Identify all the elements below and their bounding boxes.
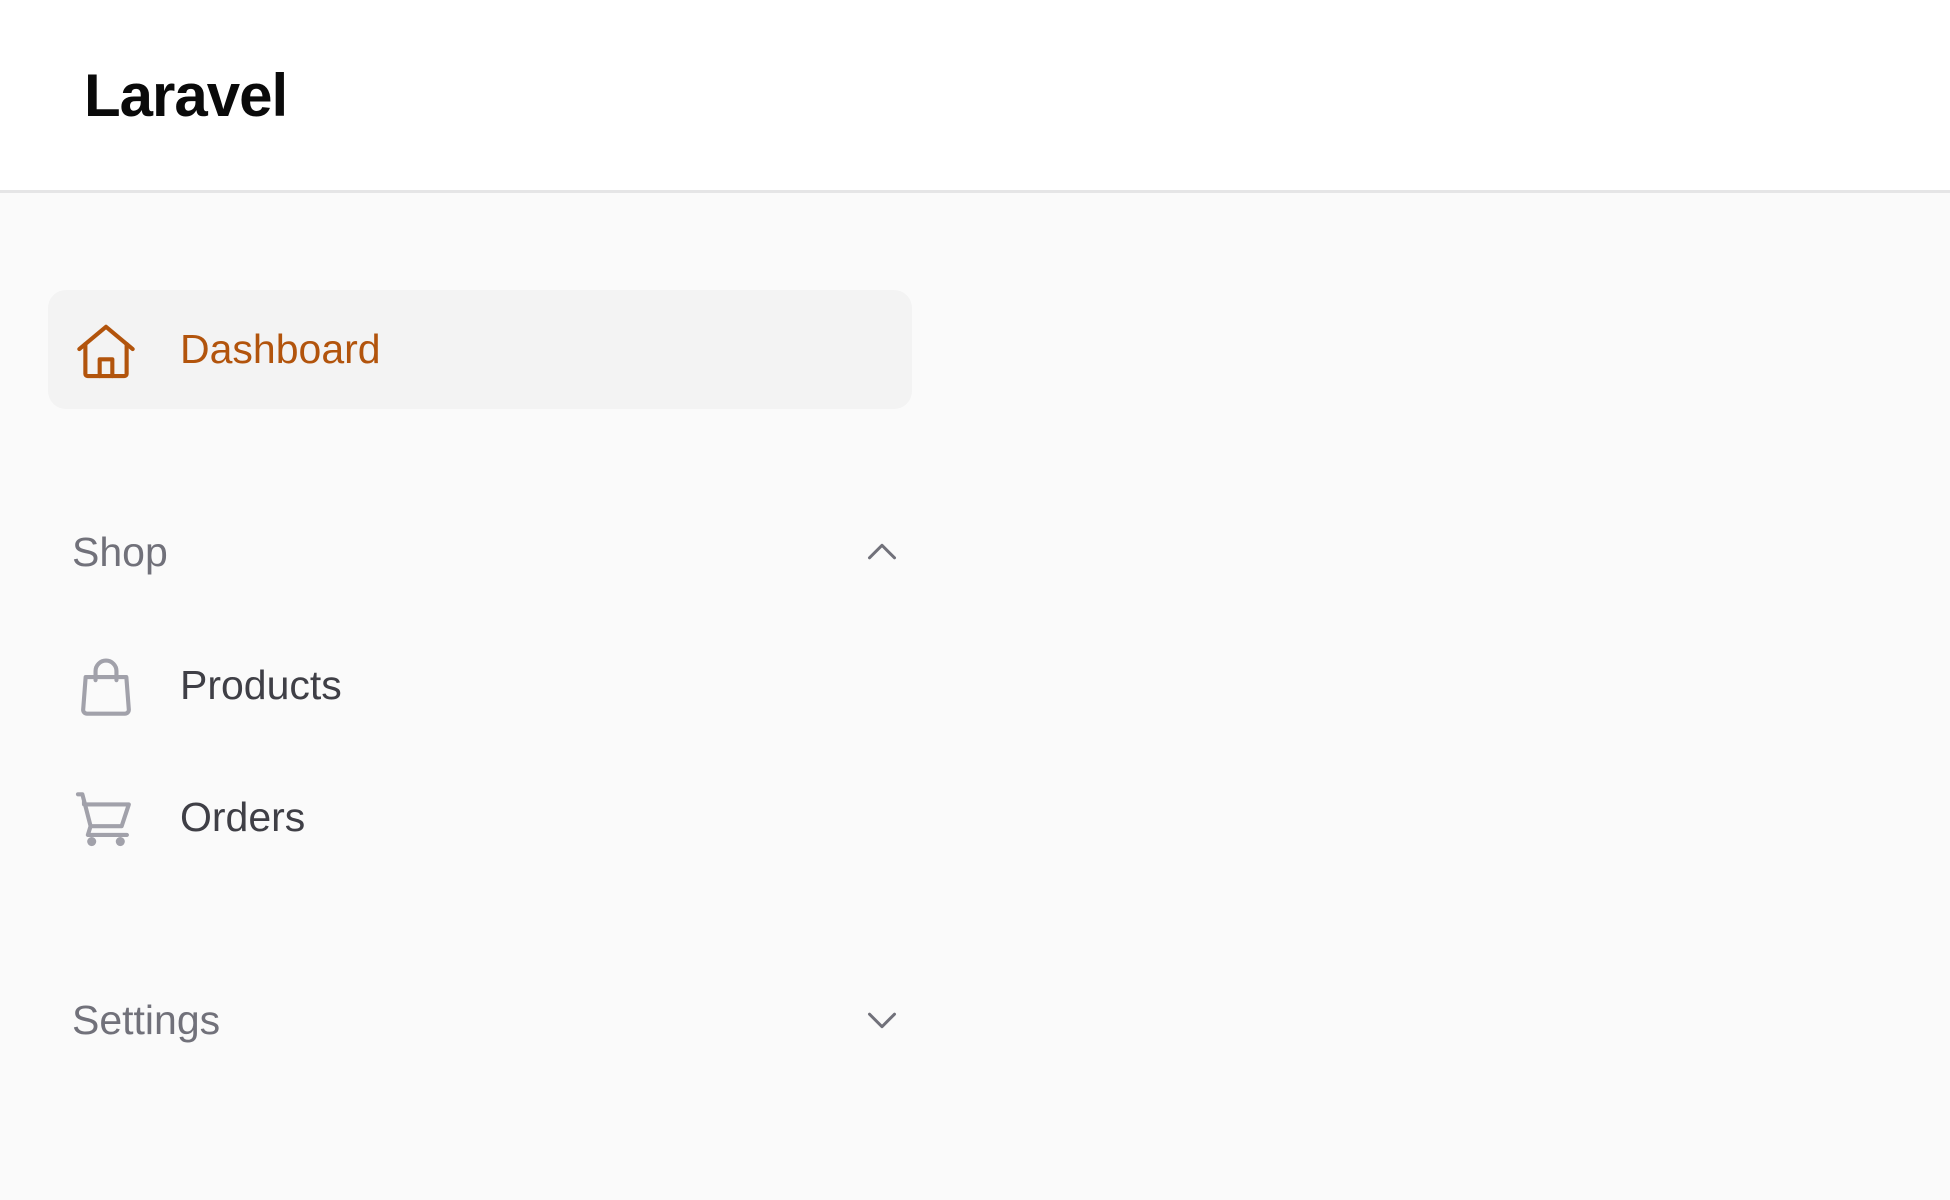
- sidebar-item-dashboard[interactable]: Dashboard: [48, 290, 912, 409]
- sidebar-group-label: Shop: [72, 529, 168, 575]
- shopping-bag-icon: [73, 654, 139, 720]
- top-bar: Laravel: [0, 0, 1950, 193]
- sidebar-item-products[interactable]: Products: [48, 626, 912, 745]
- sidebar-group-shop[interactable]: Shop: [48, 502, 912, 602]
- sidebar-group-label: Settings: [72, 997, 221, 1043]
- sidebar-item-orders[interactable]: Orders: [48, 758, 912, 877]
- sidebar-item-label: Products: [180, 662, 342, 708]
- sidebar-item-label: Dashboard: [180, 326, 381, 372]
- shopping-cart-icon: [73, 786, 139, 852]
- home-icon: [73, 318, 139, 384]
- chevron-up-icon[interactable]: [862, 532, 902, 572]
- sidebar: Dashboard Shop Products Orders Settings: [0, 196, 950, 1200]
- sidebar-item-label: Orders: [180, 794, 306, 840]
- sidebar-group-settings[interactable]: Settings: [48, 970, 912, 1070]
- chevron-down-icon[interactable]: [862, 1000, 902, 1040]
- brand-logo[interactable]: Laravel: [84, 58, 288, 134]
